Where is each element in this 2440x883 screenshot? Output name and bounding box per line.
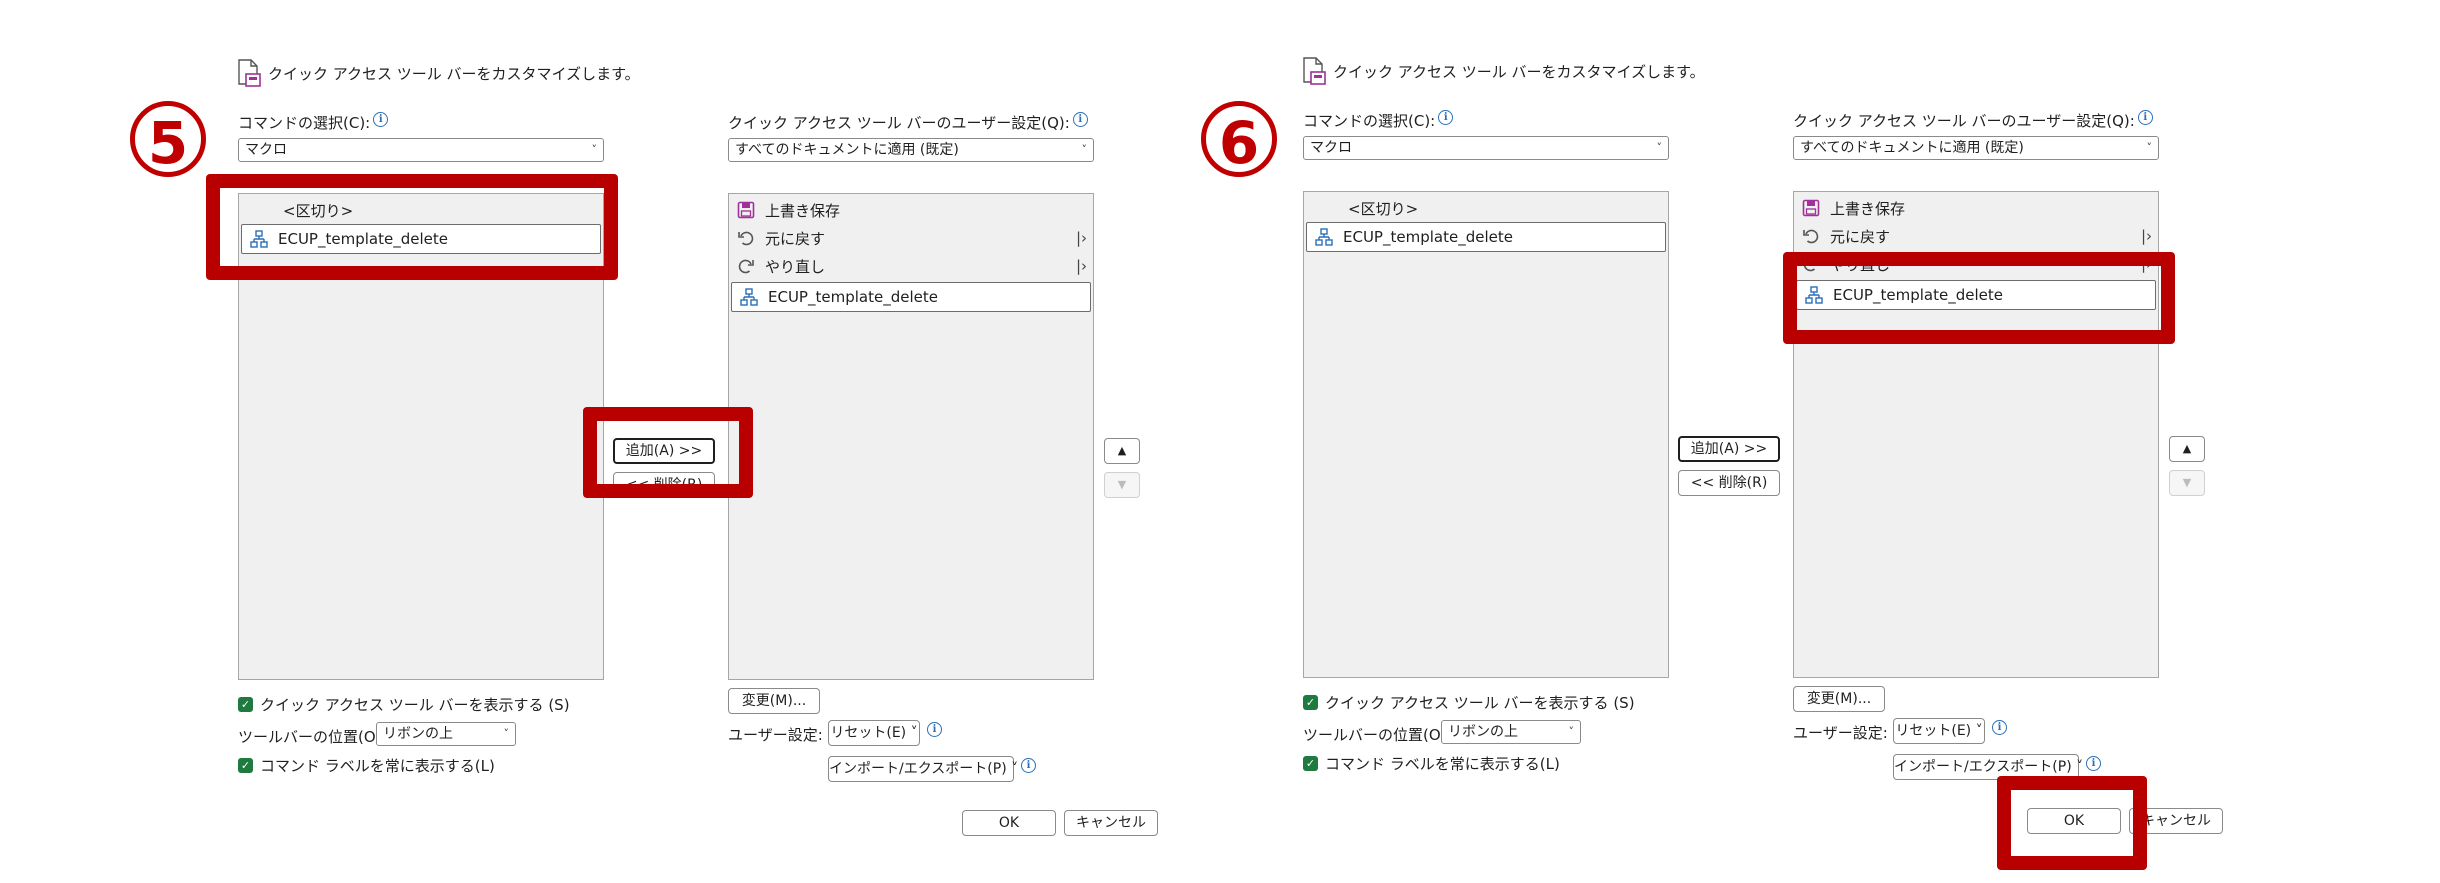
list-item-macro[interactable]: ECUP_template_delete — [731, 282, 1091, 312]
check-icon: ✓ — [238, 697, 253, 712]
checkbox-label: クイック アクセス ツール バーを表示する (S) — [260, 696, 570, 714]
available-commands-list[interactable]: <区切り> ECUP_template_delete — [1303, 191, 1669, 678]
list-item-undo[interactable]: 元に戻す |› — [1794, 222, 2158, 250]
info-icon[interactable]: i — [2086, 756, 2101, 771]
show-qat-checkbox[interactable]: ✓ クイック アクセス ツール バーを表示する (S) — [1303, 692, 1635, 713]
checkbox-label: コマンド ラベルを常に表示する(L) — [1325, 755, 1560, 773]
save-icon — [735, 199, 757, 221]
ok-button[interactable]: OK — [962, 810, 1056, 836]
add-button[interactable]: 追加(A) >> — [1678, 436, 1780, 462]
qat-scope-dropdown[interactable]: すべてのドキュメントに適用 (既定) ˅ — [1793, 136, 2159, 160]
customize-document-icon — [1301, 56, 1327, 86]
customize-document-icon — [236, 58, 262, 88]
submenu-arrow-icon: |› — [2140, 227, 2152, 245]
info-icon[interactable]: i — [927, 722, 942, 737]
toolbar-position-dropdown[interactable]: リボンの上 ˅ — [376, 722, 516, 746]
info-icon[interactable]: i — [2137, 110, 2153, 125]
macro-flowchart-icon — [738, 286, 760, 308]
save-icon — [1800, 197, 1822, 219]
toolbar-position-dropdown[interactable]: リボンの上 ˅ — [1441, 720, 1581, 744]
highlight-ok-button — [1997, 776, 2147, 870]
chevron-down-icon: ˅ — [1656, 141, 1663, 154]
checkbox-label: クイック アクセス ツール バーを表示する (S) — [1325, 694, 1635, 712]
info-icon[interactable]: i — [1021, 758, 1036, 773]
highlight-right-macro — [1783, 252, 2175, 344]
panel-step-6: 6 クイック アクセス ツール バーをカスタマイズします。 コマンドの選択(C)… — [1065, 0, 2285, 883]
list-item-macro[interactable]: ECUP_template_delete — [1306, 222, 1666, 252]
qat-scope-dropdown[interactable]: すべてのドキュメントに適用 (既定) ˅ — [728, 138, 1094, 162]
show-qat-checkbox[interactable]: ✓ クイック アクセス ツール バーを表示する (S) — [238, 694, 570, 715]
list-item-separator[interactable]: <区切り> — [1304, 194, 1668, 222]
list-item-label: 上書き保存 — [765, 201, 841, 220]
info-icon[interactable]: i — [373, 112, 389, 127]
dialog-title: クイック アクセス ツール バーをカスタマイズします。 — [268, 64, 640, 83]
show-labels-checkbox[interactable]: ✓ コマンド ラベルを常に表示する(L) — [238, 755, 495, 776]
choose-commands-label: コマンドの選択(C): i — [238, 112, 389, 133]
macro-flowchart-icon — [1313, 226, 1335, 248]
reset-button[interactable]: リセット(E) ˅ — [828, 720, 920, 746]
list-item-undo[interactable]: 元に戻す |› — [729, 224, 1093, 252]
choose-commands-label: コマンドの選択(C): i — [1303, 110, 1454, 131]
chevron-down-icon: ˅ — [1568, 725, 1575, 738]
choose-commands-dropdown[interactable]: マクロ ˅ — [1303, 136, 1669, 160]
highlight-left-macro — [206, 174, 618, 280]
highlight-add-button — [583, 407, 753, 498]
undo-icon — [1800, 225, 1822, 247]
choose-commands-dropdown[interactable]: マクロ ˅ — [238, 138, 604, 162]
info-icon[interactable]: i — [1438, 110, 1454, 125]
reset-button[interactable]: リセット(E) ˅ — [1893, 718, 1985, 744]
user-settings-label: ユーザー設定: — [1793, 724, 1888, 742]
checkbox-label: コマンド ラベルを常に表示する(L) — [260, 757, 495, 775]
list-item-label: ECUP_template_delete — [768, 288, 938, 306]
check-icon: ✓ — [1303, 756, 1318, 771]
import-export-button[interactable]: インポート/エクスポート(P) ˅ — [828, 756, 1018, 782]
chevron-down-icon: ˅ — [2146, 141, 2153, 154]
toolbar-position-label: ツールバーの位置(O) — [238, 728, 382, 746]
redo-icon — [735, 255, 757, 277]
panel-step-5: 5 クイック アクセス ツール バーをカスタマイズします。 コマンドの選択(C)… — [0, 0, 1220, 883]
user-settings-label: ユーザー設定: — [728, 726, 823, 744]
undo-icon — [735, 227, 757, 249]
dialog-header: クイック アクセス ツール バーをカスタマイズします。 — [1301, 56, 1705, 86]
dialog-title: クイック アクセス ツール バーをカスタマイズします。 — [1333, 62, 1705, 81]
move-down-button[interactable]: ▼ — [2169, 470, 2205, 496]
step-number-6: 6 — [1201, 101, 1277, 177]
list-item-save[interactable]: 上書き保存 — [1794, 194, 2158, 222]
remove-button[interactable]: << 削除(R) — [1678, 470, 1780, 496]
toolbar-position-label: ツールバーの位置(O) — [1303, 726, 1447, 744]
list-item-label: 元に戻す — [1830, 227, 1891, 246]
qat-customize-label: クイック アクセス ツール バーのユーザー設定(Q): i — [1793, 110, 2153, 131]
chevron-down-icon: ˅ — [591, 143, 598, 156]
move-up-button[interactable]: ▲ — [2169, 436, 2205, 462]
info-icon[interactable]: i — [1992, 720, 2007, 735]
list-item-label: ECUP_template_delete — [1343, 228, 1513, 246]
list-item-label: <区切り> — [1348, 199, 1419, 218]
dialog-header: クイック アクセス ツール バーをカスタマイズします。 — [236, 58, 640, 88]
step-number-5: 5 — [130, 101, 206, 177]
list-item-redo[interactable]: やり直し |› — [729, 252, 1093, 280]
list-item-label: 上書き保存 — [1830, 199, 1906, 218]
chevron-down-icon: ˅ — [503, 727, 510, 740]
modify-button[interactable]: 変更(M)... — [728, 688, 820, 714]
check-icon: ✓ — [238, 758, 253, 773]
show-labels-checkbox[interactable]: ✓ コマンド ラベルを常に表示する(L) — [1303, 753, 1560, 774]
list-item-label: 元に戻す — [765, 229, 826, 248]
modify-button[interactable]: 変更(M)... — [1793, 686, 1885, 712]
list-item-label: やり直し — [765, 257, 826, 276]
check-icon: ✓ — [1303, 695, 1318, 710]
qat-customize-label: クイック アクセス ツール バーのユーザー設定(Q): i — [728, 112, 1088, 133]
qat-commands-list[interactable]: 上書き保存 元に戻す |› やり直し |› ECUP_template_dele… — [728, 193, 1094, 680]
list-item-save[interactable]: 上書き保存 — [729, 196, 1093, 224]
